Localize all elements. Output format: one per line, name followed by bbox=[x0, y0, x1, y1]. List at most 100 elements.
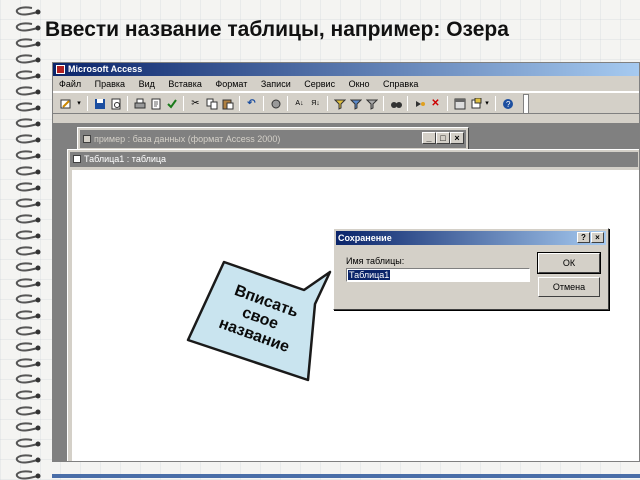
spiral-hole bbox=[35, 377, 41, 383]
spiral-hole bbox=[35, 25, 41, 31]
help-icon[interactable]: ? bbox=[501, 97, 514, 110]
spiral-ring bbox=[15, 214, 39, 224]
print-icon[interactable] bbox=[133, 97, 146, 110]
paste-icon[interactable] bbox=[221, 97, 234, 110]
menu-format[interactable]: Формат bbox=[215, 76, 247, 92]
new-record-icon[interactable] bbox=[413, 97, 426, 110]
menu-insert[interactable]: Вставка bbox=[168, 76, 201, 92]
menu-view[interactable]: Вид bbox=[139, 76, 155, 92]
spiral-ring bbox=[15, 102, 39, 112]
spiral-ring bbox=[15, 150, 39, 160]
spiral-hole bbox=[35, 329, 41, 335]
print-preview-icon[interactable] bbox=[109, 97, 122, 110]
database-window-titlebar: пример : база данных (формат Access 2000… bbox=[80, 130, 466, 148]
spiral-hole bbox=[35, 457, 41, 463]
spiral-hole bbox=[35, 265, 41, 271]
spiral-hole bbox=[35, 153, 41, 159]
spiral-ring bbox=[15, 326, 39, 336]
filter-form-icon[interactable] bbox=[349, 97, 362, 110]
undo-icon[interactable]: ↶ bbox=[245, 97, 258, 110]
spell-check-icon[interactable] bbox=[165, 97, 178, 110]
spiral-ring bbox=[15, 134, 39, 144]
maximize-button[interactable]: □ bbox=[436, 132, 450, 144]
access-key-icon bbox=[56, 65, 65, 74]
database-window-icon[interactable] bbox=[453, 97, 466, 110]
spiral-hole bbox=[35, 281, 41, 287]
ok-button[interactable]: ОК bbox=[537, 252, 601, 274]
cut-icon[interactable]: ✂ bbox=[189, 97, 202, 110]
spiral-ring bbox=[15, 86, 39, 96]
database-window[interactable]: пример : база данных (формат Access 2000… bbox=[77, 127, 469, 151]
toolbar: ▾ ✂ ↶ A↓ Я↓ ✕ ▾ ? bbox=[53, 92, 639, 114]
table-window-titlebar: Таблица1 : таблица bbox=[70, 152, 638, 167]
table-icon bbox=[73, 155, 81, 163]
spiral-binding bbox=[15, 6, 41, 480]
delete-record-icon[interactable]: ✕ bbox=[429, 97, 442, 110]
new-object-icon[interactable] bbox=[469, 97, 482, 110]
chevron-down-icon[interactable]: ▾ bbox=[75, 97, 83, 110]
spiral-ring bbox=[15, 390, 39, 400]
spiral-ring bbox=[15, 70, 39, 80]
spiral-hole bbox=[35, 137, 41, 143]
spiral-ring bbox=[15, 342, 39, 352]
menu-file[interactable]: Файл bbox=[59, 76, 81, 92]
spiral-hole bbox=[35, 425, 41, 431]
spiral-ring bbox=[15, 438, 39, 448]
spiral-ring bbox=[15, 358, 39, 368]
menu-edit[interactable]: Правка bbox=[95, 76, 125, 92]
spiral-hole bbox=[35, 233, 41, 239]
sort-az-icon[interactable]: A↓ bbox=[293, 97, 306, 110]
filter-selection-icon[interactable] bbox=[333, 97, 346, 110]
close-button[interactable]: × bbox=[450, 132, 464, 144]
spiral-ring bbox=[15, 22, 39, 32]
spiral-ring bbox=[15, 294, 39, 304]
spiral-hole bbox=[35, 105, 41, 111]
cancel-button[interactable]: Отмена bbox=[538, 277, 600, 297]
spiral-hole bbox=[35, 409, 41, 415]
spiral-hole bbox=[35, 441, 41, 447]
spiral-hole bbox=[35, 57, 41, 63]
menu-window[interactable]: Окно bbox=[349, 76, 370, 92]
chevron-down-icon[interactable]: ▾ bbox=[483, 97, 491, 110]
menu-bar: Файл Правка Вид Вставка Формат Записи Се… bbox=[53, 76, 639, 92]
sort-za-icon[interactable]: Я↓ bbox=[309, 97, 322, 110]
spiral-ring bbox=[15, 406, 39, 416]
spiral-ring bbox=[15, 230, 39, 240]
spiral-hole bbox=[35, 73, 41, 79]
spiral-ring bbox=[15, 262, 39, 272]
close-button[interactable]: × bbox=[591, 232, 604, 243]
print-preview-page-icon[interactable] bbox=[149, 97, 162, 110]
app-titlebar: Microsoft Access bbox=[53, 63, 639, 76]
menu-records[interactable]: Записи bbox=[261, 76, 291, 92]
spiral-ring bbox=[15, 182, 39, 192]
table-name-input[interactable]: Таблица1 bbox=[346, 268, 530, 282]
copy-icon[interactable] bbox=[205, 97, 218, 110]
help-button[interactable]: ? bbox=[577, 232, 590, 243]
save-dialog-title: Сохранение bbox=[338, 233, 392, 243]
table-design-area[interactable] bbox=[72, 170, 639, 461]
database-window-title: пример : база данных (формат Access 2000… bbox=[94, 134, 281, 144]
sort-ascending-icon[interactable] bbox=[269, 97, 282, 110]
menu-help[interactable]: Справка bbox=[383, 76, 418, 92]
table-name-label: Имя таблицы: bbox=[346, 256, 405, 266]
spiral-ring bbox=[15, 198, 39, 208]
minimize-button[interactable]: _ bbox=[422, 132, 436, 144]
toolbar-handle[interactable] bbox=[523, 94, 529, 114]
table-name-value: Таблица1 bbox=[348, 270, 391, 280]
spiral-hole bbox=[35, 313, 41, 319]
spiral-hole bbox=[35, 361, 41, 367]
slide-title: Ввести название таблицы, например: Озера bbox=[45, 18, 509, 41]
spiral-ring bbox=[15, 246, 39, 256]
spiral-hole bbox=[35, 89, 41, 95]
database-icon bbox=[83, 135, 91, 143]
spiral-ring bbox=[15, 54, 39, 64]
filter-icon[interactable] bbox=[365, 97, 378, 110]
design-view-icon[interactable] bbox=[59, 97, 72, 110]
spiral-ring bbox=[15, 118, 39, 128]
spiral-ring bbox=[15, 166, 39, 176]
save-icon[interactable] bbox=[93, 97, 106, 110]
find-icon[interactable] bbox=[389, 97, 402, 110]
spiral-hole bbox=[35, 201, 41, 207]
menu-tools[interactable]: Сервис bbox=[304, 76, 335, 92]
save-dialog: Сохранение ? × Имя таблицы: Таблица1 ОК … bbox=[333, 228, 609, 310]
